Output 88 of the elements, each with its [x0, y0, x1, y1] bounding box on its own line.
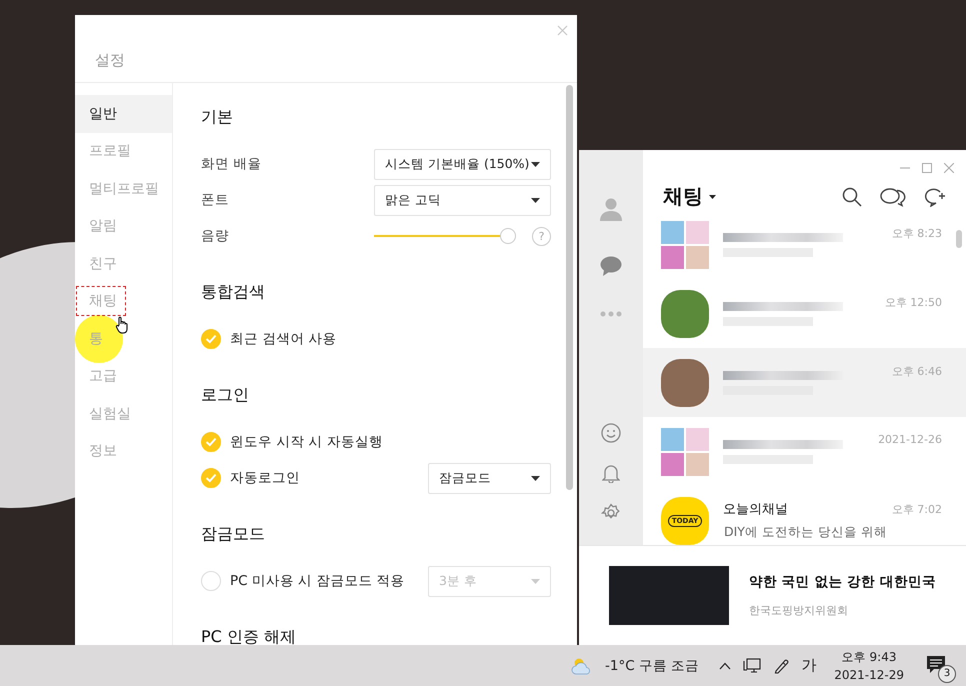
section-heading: 기본	[201, 107, 234, 128]
chat-row[interactable]: 2021-12-26	[643, 417, 966, 486]
checkbox-label: 최근 검색어 사용	[230, 330, 337, 348]
sidebar-item[interactable]: 실험실	[75, 395, 172, 432]
checkbox[interactable]	[201, 432, 221, 452]
checkbox-label: 자동로그인	[230, 469, 300, 487]
message-preview: DIY에 도전하는 당신을 위해	[724, 524, 887, 541]
section-heading: 잠금모드	[201, 524, 266, 545]
sidebar-item[interactable]: 정보	[75, 432, 172, 470]
slider-thumb[interactable]	[500, 228, 516, 244]
setting-label: 음량	[201, 227, 229, 245]
clock-date: 2021-12-29	[834, 668, 904, 682]
checkbox-label: 윈도우 시작 시 자동실행	[230, 433, 383, 451]
avatar-placeholder	[661, 290, 709, 338]
smiley-icon[interactable]	[601, 423, 621, 443]
window-title: 설정	[94, 51, 125, 71]
caret-icon[interactable]	[709, 194, 716, 198]
message-time: 2021-12-26	[878, 433, 942, 446]
notification-count-badge: 3	[938, 664, 956, 682]
section-heading: 통합검색	[201, 282, 266, 303]
monitor-icon[interactable]	[743, 658, 762, 674]
message-time: 오후 12:50	[884, 295, 942, 310]
caret-icon	[531, 162, 540, 166]
group-avatar	[661, 428, 709, 476]
chevron-up-icon[interactable]	[719, 662, 732, 670]
chat-bubbles-icon[interactable]	[880, 186, 906, 206]
new-chat-icon[interactable]	[924, 186, 946, 206]
clock-time: 오후 9:43	[842, 649, 896, 666]
sidebar-item[interactable]: 알림	[75, 208, 172, 245]
section-heading: 로그인	[201, 385, 250, 406]
sidebar-item-label: 통	[88, 330, 104, 349]
chat-tab-title[interactable]: 채팅	[663, 183, 703, 210]
sidebar-item-label: 친구	[88, 254, 118, 274]
person-icon[interactable]	[599, 197, 623, 221]
maximize-icon[interactable]	[922, 163, 932, 173]
chat-row[interactable]: 오후 8:23	[643, 210, 966, 279]
sidebar-item[interactable]: 멀티프로필	[75, 170, 172, 208]
sidebar-item[interactable]: 친구	[75, 245, 172, 282]
setting-label: 화면 배율	[201, 155, 262, 173]
sidebar-item-label: 멀티프로필	[88, 180, 160, 199]
chat-row[interactable]: 오후 12:50	[643, 279, 966, 348]
sidebar-item[interactable]: 일반	[75, 95, 172, 132]
caret-icon	[531, 578, 540, 584]
close-icon[interactable]	[557, 25, 568, 36]
sidebar-item-label: 실험실	[88, 404, 132, 424]
more-icon[interactable]	[600, 311, 622, 317]
sidebar-item-label: 일반	[88, 104, 118, 124]
dropdown[interactable]: 맑은 고딕	[374, 184, 551, 216]
chat-row[interactable]: 오후 6:46	[643, 348, 966, 417]
setting-label: 폰트	[201, 191, 229, 209]
checkbox[interactable]	[201, 329, 221, 349]
caret-icon	[531, 198, 540, 202]
input-method-indicator[interactable]: 가	[801, 656, 816, 675]
help-button[interactable]: ?	[532, 226, 551, 246]
checkmark-icon	[205, 437, 217, 447]
ad-title: 약한 국민 없는 강한 대한민국	[749, 573, 936, 591]
pen-icon[interactable]	[773, 658, 790, 674]
dropdown[interactable]: 잠금모드	[428, 462, 551, 494]
checkbox[interactable]	[201, 468, 221, 488]
avatar-placeholder	[661, 358, 709, 406]
dropdown[interactable]: 시스템 기본배율 (150%)	[374, 148, 551, 180]
section-heading: PC 인증 해제	[201, 627, 297, 645]
sidebar-item-label: 알림	[88, 217, 118, 236]
message-time: 오후 6:46	[892, 364, 942, 379]
checkmark-icon	[205, 334, 217, 344]
bell-icon[interactable]	[602, 463, 620, 483]
sidebar-item-label: 고급	[88, 367, 118, 386]
close-icon[interactable]	[944, 163, 954, 173]
weather-text[interactable]: -1°C 구름 조금	[605, 656, 700, 674]
clock[interactable]: 오후 9:43 2021-12-29	[834, 649, 904, 682]
chat-name: 오늘의채널	[723, 501, 789, 518]
sidebar-item[interactable]: 통	[75, 320, 172, 358]
message-time: 오후 8:23	[892, 226, 942, 241]
ad-sponsor: 한국도핑방지위원회	[749, 603, 849, 618]
checkmark-icon	[205, 473, 217, 483]
chat-bubble-icon[interactable]	[600, 256, 622, 276]
hand-cursor-icon	[115, 316, 129, 334]
sidebar-item-label: 프로필	[88, 142, 132, 162]
search-icon[interactable]	[842, 186, 862, 206]
sidebar-item[interactable]: 프로필	[75, 132, 172, 170]
group-avatar	[661, 220, 709, 268]
message-time: 오후 7:02	[892, 502, 942, 517]
checkbox-label: PC 미사용 시 잠금모드 적용	[230, 572, 405, 590]
scrollbar-thumb[interactable]	[566, 85, 573, 490]
scrollbar-thumb[interactable]	[956, 230, 962, 248]
sidebar-item-label: 정보	[88, 442, 118, 462]
sidebar-item[interactable]: 고급	[75, 358, 172, 395]
caret-icon	[531, 476, 540, 480]
